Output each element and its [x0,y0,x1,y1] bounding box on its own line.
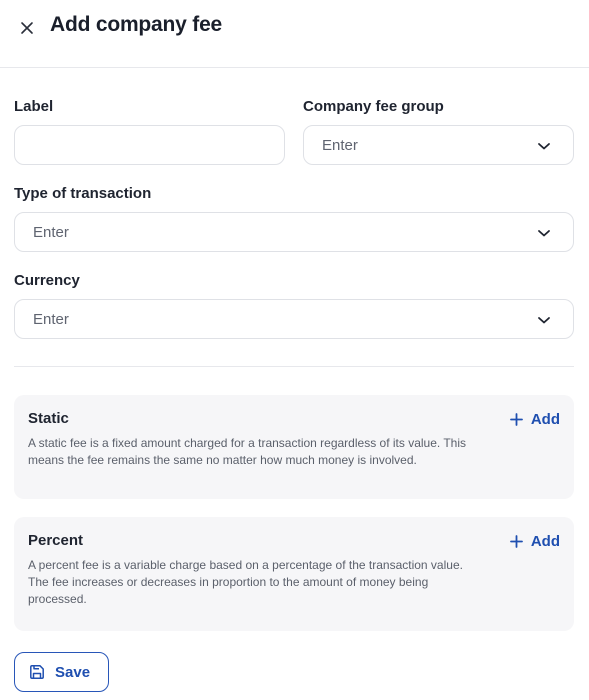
page-title: Add company fee [50,13,223,36]
add-percent-fee-button[interactable]: Add [509,531,560,551]
save-label: Save [55,663,91,681]
label-input[interactable] [14,125,285,165]
type-of-transaction-value: Enter [33,224,69,241]
add-static-fee-button[interactable]: Add [509,409,560,429]
currency-select[interactable]: Enter [14,299,574,339]
add-static-fee-label: Add [530,410,560,428]
company-fee-group-select[interactable]: Enter [303,125,574,165]
percent-fee-card: Percent A percent fee is a variable char… [14,517,574,631]
company-fee-group-value: Enter [322,137,358,154]
close-button[interactable] [16,17,38,39]
plus-icon [509,534,523,548]
chevron-down-icon [538,230,550,237]
type-of-transaction-label: Type of transaction [14,185,152,202]
static-fee-card: Static A static fee is a fixed amount ch… [14,395,574,499]
percent-fee-title: Percent [28,532,84,549]
company-fee-group-label: Company fee group [303,98,444,115]
percent-fee-description: A percent fee is a variable charge based… [28,558,463,606]
type-of-transaction-select[interactable]: Enter [14,212,574,252]
add-percent-fee-label: Add [530,532,560,550]
save-button[interactable]: Save [14,652,109,692]
static-fee-description: A static fee is a fixed amount charged f… [28,436,467,467]
add-company-fee-panel: Add company fee Label Company fee group … [0,0,589,700]
static-fee-title: Static [28,410,69,427]
section-divider [14,366,574,367]
label-field-label: Label [14,98,54,115]
close-icon [21,22,33,34]
panel-header: Add company fee [0,0,589,68]
save-icon [30,665,44,679]
chevron-down-icon [538,143,550,150]
plus-icon [509,412,523,426]
currency-label: Currency [14,272,80,289]
chevron-down-icon [538,317,550,324]
currency-value: Enter [33,311,69,328]
